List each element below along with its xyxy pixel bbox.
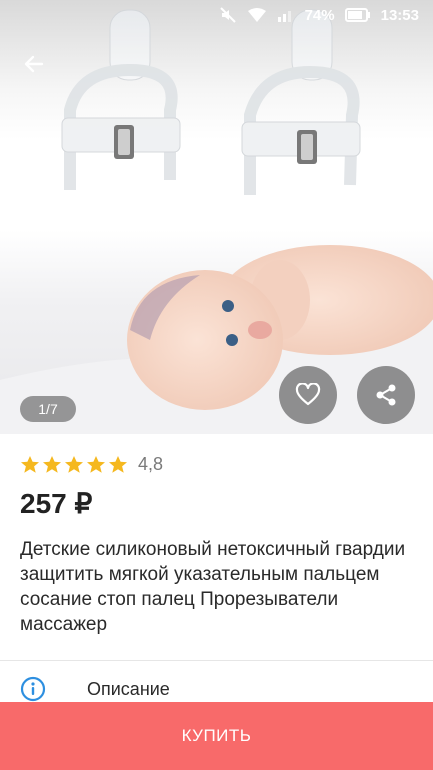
buy-button[interactable]: КУПИТЬ (0, 702, 433, 770)
heart-icon (295, 383, 321, 406)
product-price: 257 ₽ (20, 488, 93, 519)
star-icon (65, 456, 83, 473)
divider (0, 660, 433, 661)
description-row[interactable]: Описание (0, 672, 433, 706)
battery-icon (344, 8, 371, 22)
star-icon (43, 456, 61, 473)
signal-icon (277, 7, 295, 23)
star-icon (87, 456, 105, 473)
product-image (0, 9, 433, 434)
star-icon (21, 456, 39, 473)
battery-percent: 74% (304, 6, 335, 24)
favorite-button[interactable] (279, 366, 337, 424)
arrow-left-icon (24, 55, 44, 73)
image-pager: 1/7 (20, 396, 76, 422)
share-icon (376, 384, 396, 406)
status-bar: 74% 13:53 (0, 0, 433, 30)
description-label: Описание (87, 679, 170, 699)
rating-value: 4,8 (138, 454, 164, 474)
wifi-icon (247, 7, 267, 23)
product-title: Детские силиконовый нетоксичный гвардии … (20, 539, 406, 635)
product-rating: 4,8 (20, 454, 163, 475)
rating-stars (20, 455, 128, 474)
share-button[interactable] (357, 366, 415, 424)
product-image-gallery[interactable] (0, 0, 433, 434)
star-icon (109, 456, 127, 473)
back-button[interactable] (18, 48, 50, 80)
clock: 13:53 (380, 6, 419, 24)
mute-icon (219, 6, 237, 24)
